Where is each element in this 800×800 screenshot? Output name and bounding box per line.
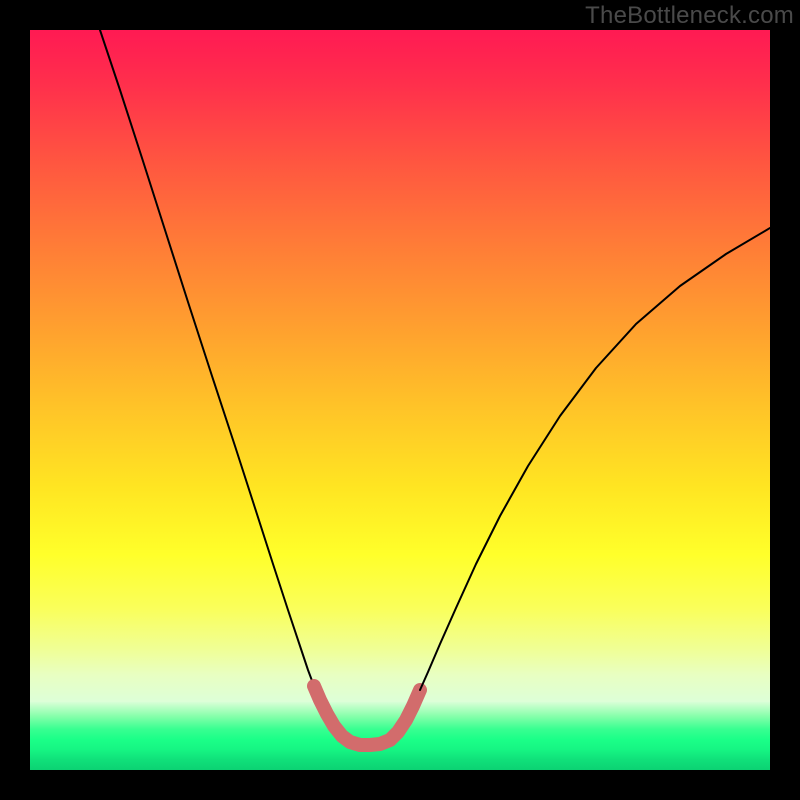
series-curve-left [100, 30, 314, 686]
watermark-text: TheBottleneck.com [585, 2, 794, 30]
plot-area [30, 30, 770, 770]
curve-svg [30, 30, 770, 770]
series-curve-right [420, 228, 770, 690]
series-curve-bottom-thick [314, 686, 420, 745]
chart-frame: TheBottleneck.com [0, 0, 800, 800]
